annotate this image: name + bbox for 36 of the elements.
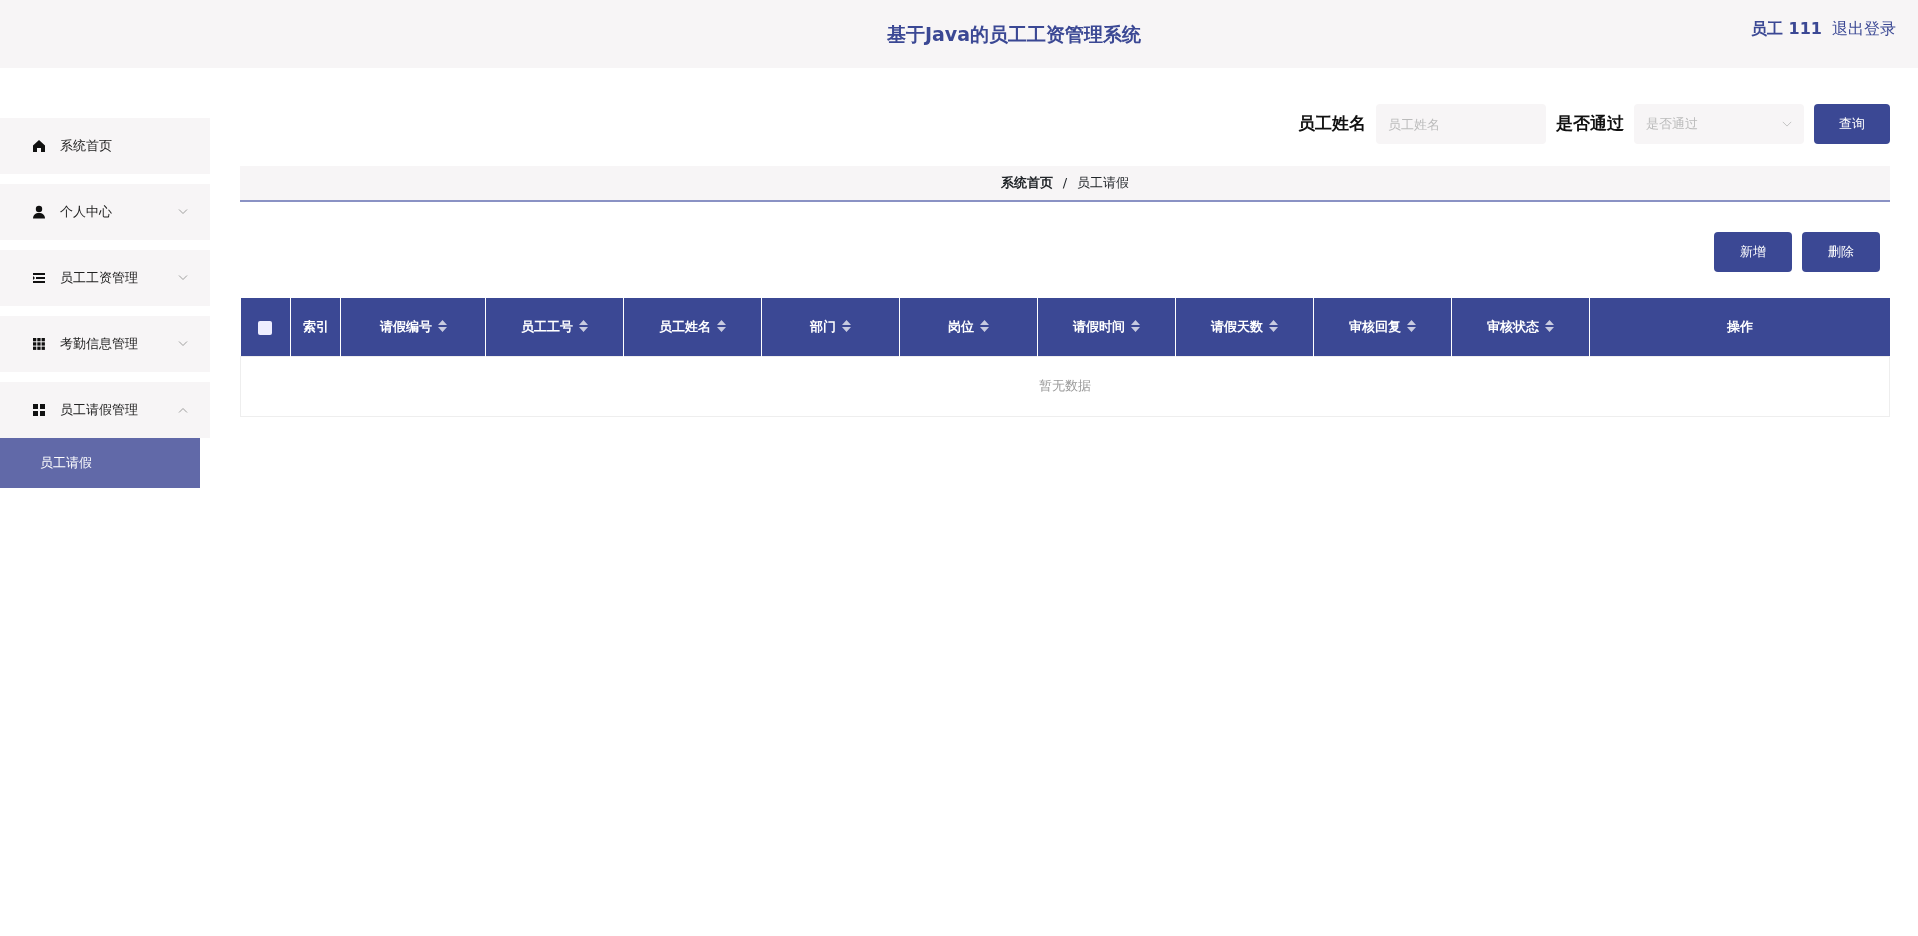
app-title: 基于Java的员工工资管理系统 — [886, 21, 1142, 47]
column-header[interactable]: 请假天数 — [1175, 298, 1314, 356]
add-button[interactable]: 新增 — [1714, 232, 1792, 272]
logout-link[interactable]: 退出登录 — [1832, 17, 1896, 41]
column-header: 操作 — [1589, 298, 1890, 356]
select-all-checkbox[interactable] — [258, 320, 273, 335]
user-icon — [32, 205, 46, 219]
home-icon — [32, 139, 46, 153]
column-header[interactable]: 岗位 — [899, 298, 1038, 356]
grid-icon — [32, 337, 46, 351]
column-header[interactable]: 部门 — [761, 298, 900, 356]
field-label: 员工姓名 — [1298, 112, 1366, 136]
empty-message: 暂无数据 — [240, 356, 1890, 416]
column-header[interactable]: 请假时间 — [1037, 298, 1176, 356]
column-header[interactable]: 员工工号 — [485, 298, 624, 356]
column-header[interactable]: 员工姓名 — [623, 298, 762, 356]
sidebar-item[interactable]: 考勤信息管理 — [0, 316, 210, 372]
list-icon — [32, 271, 46, 285]
column-header[interactable]: 审核回复 — [1313, 298, 1452, 356]
sidebar-item[interactable]: 个人中心 — [0, 184, 210, 240]
sidebar-item[interactable]: 员工工资管理 — [0, 250, 210, 306]
chevron-down-icon — [1782, 121, 1792, 127]
sidebar-item[interactable]: 员工请假管理 — [0, 382, 210, 438]
breadcrumb-separator: / — [1062, 174, 1068, 193]
column-header[interactable]: 审核状态 — [1451, 298, 1590, 356]
search-button[interactable]: 查询 — [1814, 104, 1890, 144]
breadcrumb-link[interactable]: 系统首页 — [1000, 173, 1053, 193]
breadcrumb-current: 员工请假 — [1077, 174, 1130, 193]
user-name: 员工 111 — [1751, 18, 1822, 40]
delete-button[interactable]: 删除 — [1802, 232, 1880, 272]
field-label: 是否通过 — [1556, 112, 1624, 136]
column-header[interactable]: 请假编号 — [340, 298, 486, 356]
sidebar-item[interactable]: 系统首页 — [0, 118, 210, 174]
grid-icon — [32, 403, 46, 417]
column-header: 索引 — [290, 298, 341, 356]
submenu-item[interactable]: 员工请假 — [0, 438, 200, 488]
